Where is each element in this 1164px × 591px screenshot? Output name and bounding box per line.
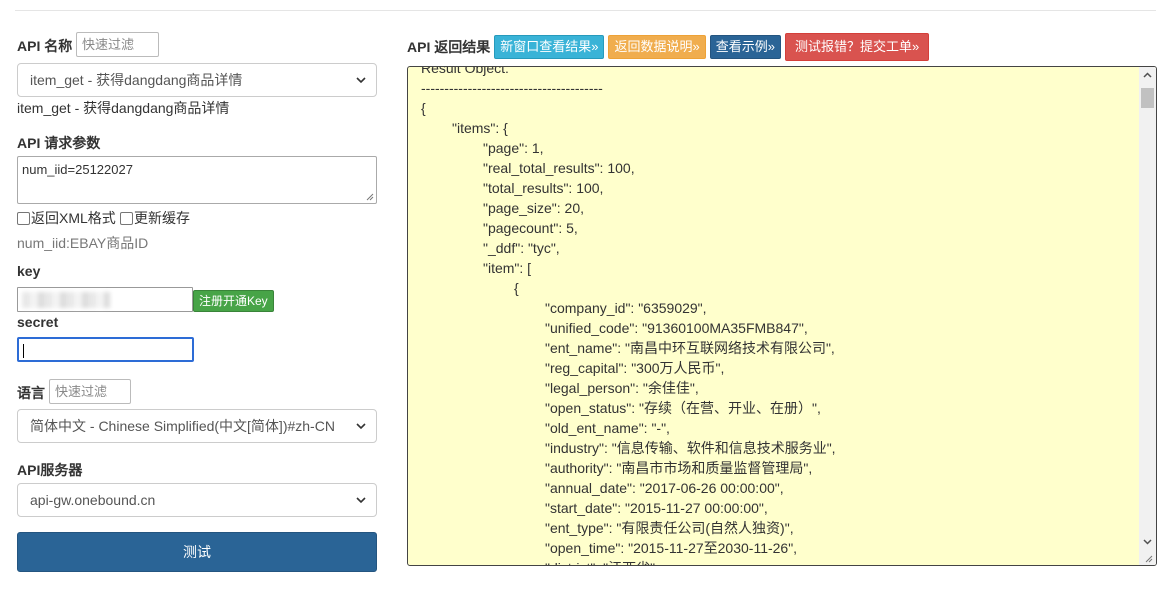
result-line: "pagecount": 5, [483,220,578,236]
result-line: "company_id": "6359029", [545,300,707,316]
register-key-button[interactable]: 注册开通Key [193,290,274,312]
result-line: "ent_type": "有限责任公司(自然人独资)", [545,520,794,536]
scroll-up-icon[interactable] [1142,70,1153,81]
language-filter-input[interactable] [49,379,131,404]
result-line: "item": [ [483,260,532,276]
result-line: { [514,280,519,296]
result-line: Result Object: [421,66,509,76]
result-line: "open_time": "2015-11-27至2030-11-26", [545,540,798,556]
api-name-selected: item_get - 获得dangdang商品详情 [30,72,243,88]
result-line: "authority": "南昌市市场和质量监督管理局", [545,460,813,476]
result-line: "start_date": "2015-11-27 00:00:00", [545,500,768,516]
chevron-down-icon [356,77,366,84]
view-example-button[interactable]: 查看示例» [709,35,781,59]
chevron-down-icon [356,497,366,504]
api-name-filter-input[interactable] [76,32,159,57]
params-label: API 请求参数 [17,135,101,151]
result-line: --------------------------------------- [421,80,603,96]
text-caret [23,344,24,358]
result-line: "unified_code": "91360100MA35FMB847", [545,320,808,336]
result-line: { [421,100,426,116]
result-line: "_ddf": "tyc", [483,240,560,256]
result-line: "district": "江西省", [421,558,1141,565]
server-selected: api-gw.onebound.cn [30,492,156,508]
server-select[interactable]: api-gw.onebound.cn [17,483,377,517]
secret-input[interactable] [17,337,194,362]
language-selected: 简体中文 - Chinese Simplified(中文[简体])#zh-CN [30,418,335,434]
result-line: "open_status": "存续（在营、开业、在册）", [545,400,821,416]
result-line: "total_results": 100, [483,180,604,196]
key-label: key [17,263,41,279]
result-line: "page": 1, [483,140,544,156]
key-value-redacted [22,292,110,308]
open-new-window-button[interactable]: 新窗口查看结果» [494,35,605,59]
scrollbar-thumb[interactable] [1141,88,1154,108]
api-name-label: API 名称 [17,38,73,54]
language-label: 语言 [17,385,45,401]
result-line: "reg_capital": "300万人民币", [545,360,725,376]
xml-format-label: 返回XML格式 [31,210,116,226]
params-value: num_iid=25122027 [22,162,133,177]
api-name-select[interactable]: item_get - 获得dangdang商品详情 [17,63,377,97]
data-description-button[interactable]: 返回数据说明» [608,35,706,59]
test-submit-button[interactable]: 测试 [17,532,377,572]
refresh-cache-checkbox-box[interactable] [120,211,133,225]
result-line: "old_ent_name": "-", [545,420,670,436]
result-line: "items": { [452,120,508,136]
resize-grip-icon[interactable] [1143,553,1153,563]
refresh-cache-label: 更新缓存 [134,210,190,226]
secret-label: secret [17,314,59,330]
scroll-down-icon[interactable] [1142,536,1153,547]
top-divider [15,10,1156,11]
chevron-down-icon [356,423,366,430]
api-name-description: item_get - 获得dangdang商品详情 [17,100,230,116]
result-line: "legal_person": "余佳佳", [545,380,699,396]
result-header: API 返回结果 新窗口查看结果» 返回数据说明» 查看示例» 测试报错？提交工… [407,33,933,61]
server-label: API服务器 [17,462,83,478]
report-error-button[interactable]: 测试报错？提交工单» [784,33,930,61]
result-line: "ent_name": "南昌中环互联网络技术有限公司", [545,340,835,356]
params-textarea[interactable]: num_iid=25122027 [17,156,377,204]
resize-grip-icon[interactable] [364,191,374,201]
xml-format-checkbox[interactable]: 返回XML格式 [17,208,116,228]
xml-format-checkbox-box[interactable] [17,211,30,225]
language-select[interactable]: 简体中文 - Chinese Simplified(中文[简体])#zh-CN [17,409,377,443]
result-title: API 返回结果 [407,39,491,55]
refresh-cache-checkbox[interactable]: 更新缓存 [120,208,190,228]
params-hint: num_iid:EBAY商品ID [17,235,149,251]
result-scrollbar[interactable] [1139,67,1156,565]
result-textarea[interactable]: Result Object: --------------------------… [407,66,1157,566]
result-line: "industry": "信息传输、软件和信息技术服务业", [545,440,836,456]
key-input[interactable] [17,287,193,312]
result-line: "real_total_results": 100, [483,160,635,176]
result-line: "annual_date": "2017-06-26 00:00:00", [545,480,784,496]
result-line: "page_size": 20, [483,200,585,216]
result-content: Result Object: --------------------------… [421,66,1141,565]
